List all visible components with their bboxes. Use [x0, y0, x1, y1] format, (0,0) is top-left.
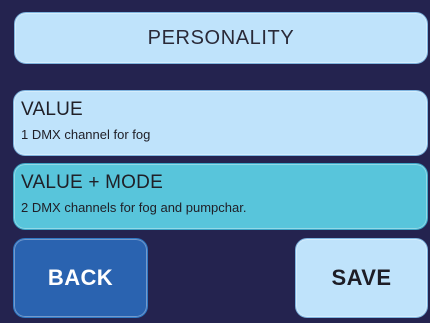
- option-value-mode-label: VALUE + MODE: [21, 172, 163, 193]
- option-value-description: 1 DMX channel for fog: [21, 127, 151, 142]
- save-button[interactable]: SAVE: [295, 238, 428, 318]
- back-button-label: BACK: [47, 265, 114, 290]
- option-value-mode[interactable]: VALUE + MODE 2 DMX channels for fog and …: [13, 163, 428, 230]
- option-value-mode-description: 2 DMX channels for fog and pumpchar.: [21, 200, 247, 215]
- page-title: PERSONALITY: [14, 12, 428, 64]
- page-title-text: PERSONALITY: [147, 26, 295, 49]
- option-value[interactable]: VALUE 1 DMX channel for fog: [13, 90, 428, 156]
- save-button-label: SAVE: [331, 265, 392, 290]
- personality-screen: PERSONALITY VALUE 1 DMX channel for fog …: [0, 0, 430, 323]
- back-button[interactable]: BACK: [13, 238, 148, 318]
- option-value-label: VALUE: [21, 99, 83, 120]
